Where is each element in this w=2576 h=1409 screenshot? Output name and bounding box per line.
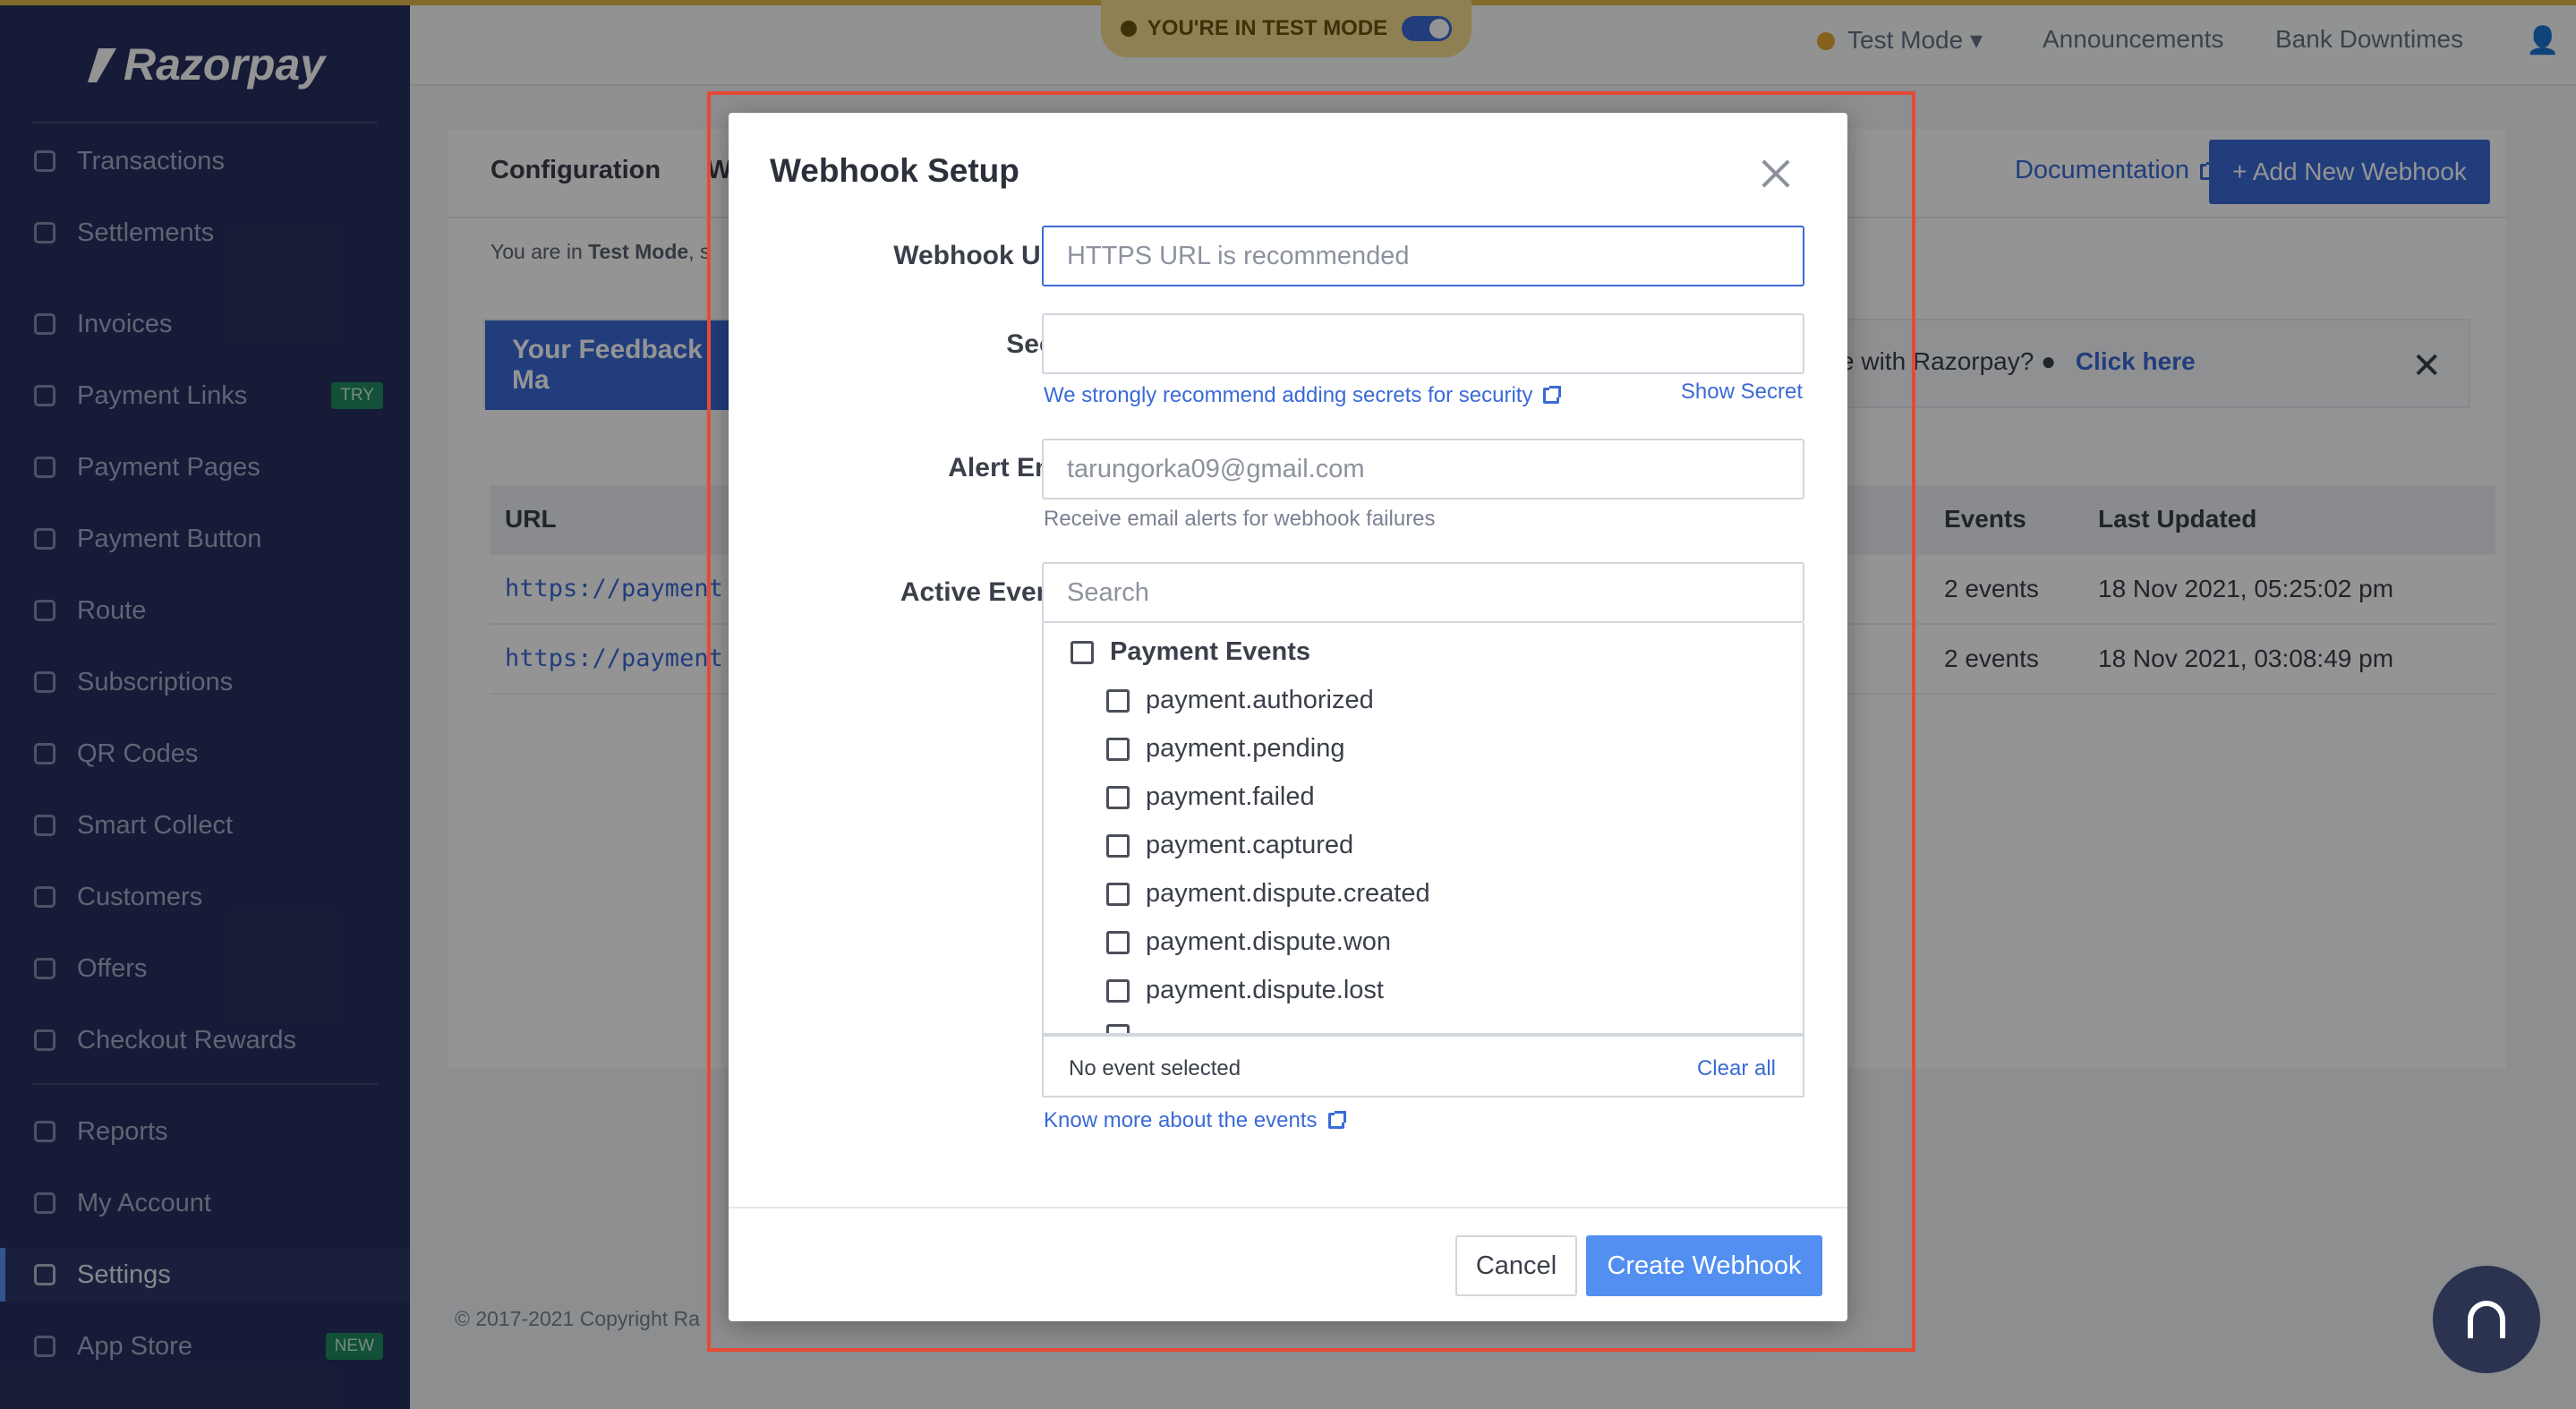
event-group-payment[interactable]: Payment Events xyxy=(1070,637,1310,667)
create-webhook-button[interactable]: Create Webhook xyxy=(1586,1235,1822,1296)
event-item[interactable]: payment.failed xyxy=(1106,782,1315,812)
secret-hint-link[interactable]: We strongly recommend adding secrets for… xyxy=(1044,383,1562,408)
alert-email-hint: Receive email alerts for webhook failure… xyxy=(1044,507,1436,531)
event-item[interactable]: payment.captured xyxy=(1106,831,1353,860)
know-more-events-link[interactable]: Know more about the events xyxy=(1044,1108,1346,1133)
event-item[interactable]: payment.pending xyxy=(1106,734,1345,764)
checkbox[interactable] xyxy=(1070,640,1094,664)
event-item[interactable]: payment.authorized xyxy=(1106,686,1374,715)
checkbox[interactable] xyxy=(1106,737,1130,761)
checkbox[interactable] xyxy=(1106,882,1130,906)
webhook-setup-modal: Webhook Setup Webhook URL* Secret We str… xyxy=(729,113,1847,1321)
events-selection-bar: No event selected Clear all xyxy=(1042,1035,1804,1097)
clear-all-link[interactable]: Clear all xyxy=(1697,1056,1776,1081)
event-label: payment.authorized xyxy=(1146,686,1374,714)
modal-footer-divider xyxy=(729,1207,1847,1208)
events-list[interactable]: Payment Events payment.authorized paymen… xyxy=(1042,623,1804,1035)
external-link-icon xyxy=(1327,1111,1346,1129)
secret-hint-text: We strongly recommend adding secrets for… xyxy=(1044,383,1533,407)
event-label: payment.dispute.won xyxy=(1146,927,1392,956)
events-search-input[interactable] xyxy=(1042,562,1804,623)
external-link-icon xyxy=(1543,386,1562,404)
checkbox[interactable] xyxy=(1106,930,1130,954)
event-item-partial[interactable] xyxy=(1106,1024,1146,1033)
close-icon[interactable] xyxy=(1758,156,1794,192)
event-label: payment.dispute.created xyxy=(1146,879,1430,908)
event-item[interactable]: payment.dispute.created xyxy=(1106,879,1430,909)
event-label: payment.failed xyxy=(1146,782,1315,811)
show-secret-link[interactable]: Show Secret xyxy=(1681,380,1803,405)
checkbox[interactable] xyxy=(1106,833,1130,858)
checkbox[interactable] xyxy=(1106,688,1130,713)
checkbox[interactable] xyxy=(1106,1024,1130,1033)
selection-status: No event selected xyxy=(1069,1056,1241,1080)
secret-input[interactable] xyxy=(1042,313,1804,374)
event-label: payment.captured xyxy=(1146,831,1354,859)
event-item[interactable]: payment.dispute.won xyxy=(1106,927,1391,957)
alert-email-input[interactable] xyxy=(1042,439,1804,500)
know-more-text: Know more about the events xyxy=(1044,1108,1318,1132)
support-headset-icon[interactable] xyxy=(2433,1266,2540,1373)
modal-title: Webhook Setup xyxy=(770,152,1019,189)
checkbox[interactable] xyxy=(1106,785,1130,809)
checkbox[interactable] xyxy=(1106,978,1130,1003)
event-group-label: Payment Events xyxy=(1110,637,1311,666)
event-item[interactable]: payment.dispute.lost xyxy=(1106,976,1384,1005)
event-label: payment.dispute.lost xyxy=(1146,976,1384,1004)
cancel-button[interactable]: Cancel xyxy=(1455,1235,1577,1296)
event-label: payment.pending xyxy=(1146,734,1345,763)
webhook-url-input[interactable] xyxy=(1042,226,1804,286)
